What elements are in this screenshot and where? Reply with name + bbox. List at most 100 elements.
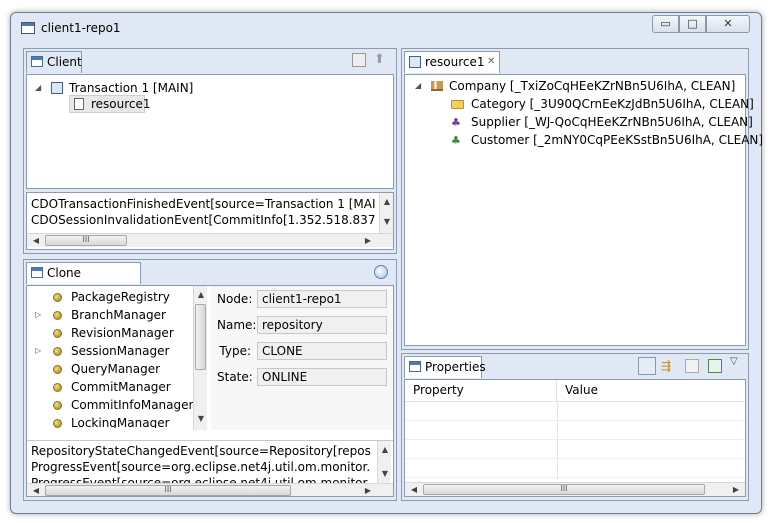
log-line: CDOSessionInvalidationEvent[CommitInfo[1… [31,213,375,227]
app-window-icon [21,22,35,34]
tab-client-label: Client [47,55,82,69]
tree-item-label: CommitManager [71,380,171,394]
tree-item-label: LockingManager [71,416,170,428]
view-menu-icon[interactable]: ▽ [730,356,742,368]
collapsed-toggle-icon[interactable]: ▷ [35,346,41,355]
component-icon [53,401,62,410]
close-tab-icon[interactable]: ✕ [487,52,495,72]
node-label: Node: [217,292,253,306]
scroll-thumb[interactable] [195,304,206,370]
scroll-left-icon[interactable]: ◀ [29,484,43,496]
tab-properties[interactable]: Properties [404,356,486,378]
window-title: client1-repo1 [41,21,121,35]
tree-item-label: CommitInfoManager [71,398,194,412]
log-line: RepositoryStateChangedEvent[source=Repos… [31,444,371,458]
clone-repository-view: Clone Repository PackageRegistry ▷ Branch… [23,259,397,501]
tree-item-label: Supplier [_WJ-QoCqHEeKZrNBn5U6IhA, CLEAN… [471,115,753,129]
tab-resource1[interactable]: resource1 ✕ [404,51,500,73]
close-window-button[interactable]: ✕ [706,15,750,33]
folder-icon [451,100,464,109]
repository-component-tree: PackageRegistry ▷ BranchManager RevisionM… [27,286,211,428]
tree-item-label: RevisionManager [71,326,174,340]
scroll-up-icon[interactable]: ▲ [194,288,208,302]
expanded-toggle-icon[interactable]: ◢ [35,83,41,92]
resource-file-icon [74,98,84,110]
log-horizontal-scrollbar[interactable]: ◀ III ▶ [27,483,393,496]
log-line: ProgressEvent[source=org.eclipse.net4j.u… [31,460,371,474]
component-icon [53,347,62,356]
state-field[interactable]: ONLINE [257,368,387,386]
component-icon [53,419,62,428]
tree-item-label: BranchManager [71,308,166,322]
component-icon [53,293,62,302]
clone-body: PackageRegistry ▷ BranchManager RevisionM… [26,285,394,497]
resource-editor: resource1 ✕ ◢ Company [_TxiZoCqHEeKZrNBn… [401,48,763,350]
tree-item-label: PackageRegistry [71,290,170,304]
scroll-down-icon[interactable]: ▼ [380,215,393,229]
resource-icon [409,56,421,68]
commit-arrow-icon[interactable]: ⬆ [374,53,385,67]
name-label: Name: [217,318,257,332]
minimize-button[interactable]: ▭ [652,15,679,33]
table-rows [405,402,745,480]
tab-client[interactable]: Client [26,51,82,73]
show-advanced-icon[interactable]: ⇶ [661,359,675,373]
component-icon [53,365,62,374]
tab-clone-repository[interactable]: Clone Repository [26,262,141,300]
type-field[interactable]: CLONE [257,342,387,360]
scroll-thumb[interactable]: III [45,235,127,246]
type-label: Type: [219,344,251,358]
column-property[interactable]: Property [405,380,557,402]
scroll-right-icon[interactable]: ▶ [361,234,375,248]
scroll-down-icon[interactable]: ▼ [378,467,392,481]
maximize-button[interactable]: □ [679,15,706,33]
scroll-left-icon[interactable]: ◀ [407,483,421,496]
save-icon[interactable] [352,53,366,67]
component-icon [53,383,62,392]
state-label: State: [217,370,253,384]
log-line: CDOTransactionFinishedEvent[source=Trans… [31,197,375,211]
column-value[interactable]: Value [557,380,745,402]
customer-icon: ♣ [451,134,461,147]
scroll-left-icon[interactable]: ◀ [29,234,43,248]
scroll-thumb[interactable]: III [423,484,705,495]
log-horizontal-scrollbar[interactable]: ◀ III ▶ [27,233,393,247]
collapsed-toggle-icon[interactable]: ▷ [35,310,41,319]
tree-item-label: resource1 [91,97,151,111]
scroll-up-icon[interactable]: ▲ [378,443,392,457]
log-vertical-scrollbar[interactable]: ▲ ▼ [379,193,393,233]
column-divider [557,402,558,480]
company-icon [431,81,443,91]
scroll-right-icon[interactable]: ▶ [361,484,375,496]
tree-vertical-scrollbar[interactable]: ▲ ▼ [193,286,207,430]
tree-item-label: Customer [_2mNY0CqPEeKSstBn5U6IhA, CLEAN… [471,133,764,147]
scroll-thumb[interactable]: III [45,485,291,496]
scroll-up-icon[interactable]: ▲ [380,195,393,209]
node-field[interactable]: client1-repo1 [257,290,387,308]
application-window: client1-repo1 ▭ □ ✕ Client ⬆ ◢ Transacti… [10,12,763,514]
show-categories-icon[interactable] [638,357,656,375]
tree-item-label: Company [_TxiZoCqHEeKZrNBn5U6IhA, CLEAN] [449,79,736,93]
tree-item-resource1[interactable]: resource1 [69,95,151,113]
component-icon [53,311,62,320]
repository-details-form: Node: client1-repo1 Name: repository Typ… [211,286,393,430]
log-vertical-scrollbar[interactable]: ▲ ▼ [377,441,391,483]
name-field[interactable]: repository [257,316,387,334]
title-bar[interactable]: client1-repo1 ▭ □ ✕ [11,13,761,43]
view-icon [31,56,43,67]
properties-icon [409,361,421,372]
restore-default-icon[interactable] [685,359,699,373]
client-log: CDOTransactionFinishedEvent[source=Trans… [26,192,394,250]
expanded-toggle-icon[interactable]: ◢ [415,81,421,90]
supplier-icon: ♣ [451,116,461,129]
minimize-icon: ▭ [660,17,671,30]
pin-icon[interactable] [708,359,722,373]
tab-properties-label: Properties [425,360,486,374]
transaction-icon [51,82,63,94]
scroll-down-icon[interactable]: ▼ [194,412,208,426]
scroll-right-icon[interactable]: ▶ [729,483,743,496]
refresh-globe-icon[interactable] [374,265,388,279]
properties-horizontal-scrollbar[interactable]: ◀ III ▶ [405,482,745,496]
tab-resource1-label: resource1 [425,55,485,69]
tree-item-label: Category [_3U90QCrnEeKzJdBn5U6IhA, CLEAN… [471,97,754,111]
